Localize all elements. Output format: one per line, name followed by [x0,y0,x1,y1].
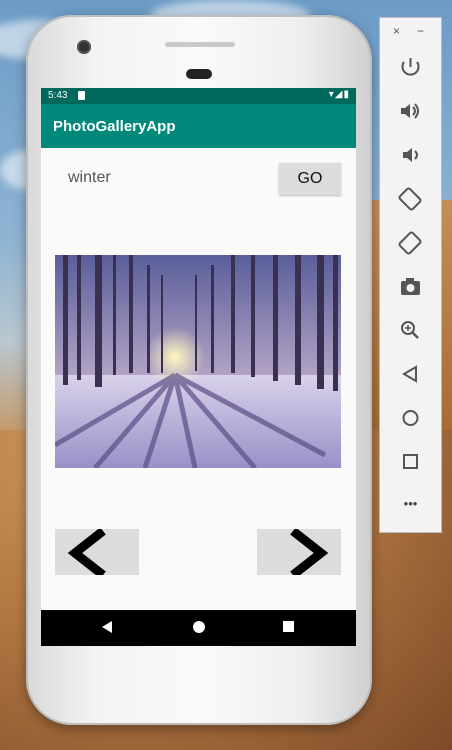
nav-back-icon[interactable] [101,620,113,634]
status-icons: ▾◢▮ [328,89,350,100]
sd-card-icon [78,91,85,100]
status-time: 5:43 [48,90,68,101]
chevron-right-icon [290,529,329,575]
next-button[interactable] [257,529,341,575]
app-title: PhotoGalleryApp [53,118,176,135]
rotate-right-icon[interactable] [380,231,441,255]
volume-up-icon[interactable] [380,100,441,122]
app-bar: PhotoGalleryApp [41,104,356,148]
system-nav-bar [41,610,356,646]
nav-home-icon[interactable] [192,620,206,634]
zoom-icon[interactable] [380,319,441,341]
proximity-sensor [186,69,212,79]
chevron-left-icon [67,529,106,575]
search-input[interactable]: winter [68,169,111,187]
go-button[interactable]: GO [279,163,341,195]
rotate-left-icon[interactable] [380,187,441,211]
back-icon[interactable] [380,364,441,384]
earpiece [165,42,235,47]
home-icon[interactable] [380,408,441,428]
gallery-photo [55,255,341,468]
power-icon[interactable] [380,56,441,78]
overview-icon[interactable] [380,452,441,472]
close-icon[interactable]: × [393,24,400,38]
nav-overview-icon[interactable] [283,620,295,634]
status-bar: 5:43 ▾◢▮ [41,88,356,104]
previous-button[interactable] [55,529,139,575]
device-screen: 5:43 ▾◢▮ PhotoGalleryApp winter GO [41,88,356,646]
emulator-toolbar: × − ••• [379,17,442,533]
minimize-icon[interactable]: − [417,24,424,38]
camera-icon[interactable] [380,276,441,298]
volume-down-icon[interactable] [380,144,441,166]
more-icon[interactable]: ••• [380,496,441,511]
front-camera [77,40,91,54]
